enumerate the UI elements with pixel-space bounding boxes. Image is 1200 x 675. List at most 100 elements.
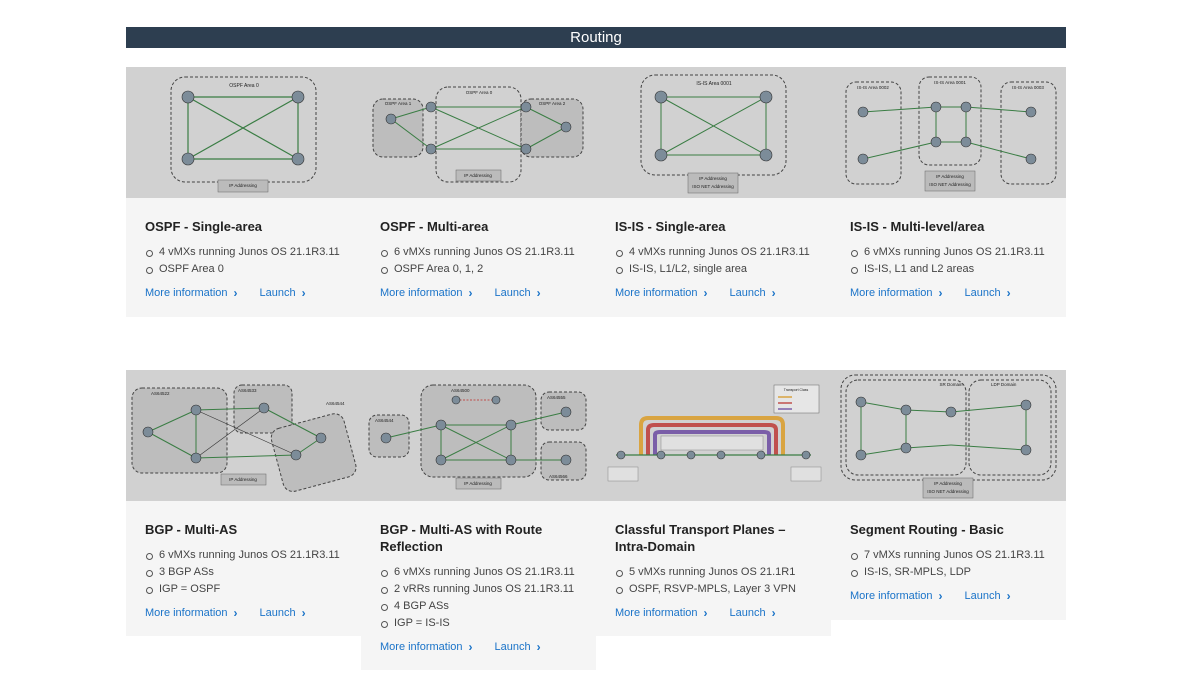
card-features: 6 vMXs running Junos OS 21.1R3.11 3 BGP … xyxy=(145,547,342,598)
more-information-label: More information xyxy=(145,607,228,619)
card-title: OSPF - Multi-area xyxy=(380,219,489,234)
lab-card-classful-transport: Transport Class Classful Transport Plane… xyxy=(596,370,831,636)
thumb-label: LDP Domain xyxy=(991,382,1017,387)
feature-item: OSPF Area 0, 1, 2 xyxy=(380,261,577,278)
lab-card-isis-single-area: IS-IS Area 0001 IP Addressing ISO NET Ad… xyxy=(596,67,831,317)
topology-diagram[interactable]: AS64522 AS64533 AS64544 IP Addressing xyxy=(126,370,361,501)
thumb-label: IS-IS Area 0001 xyxy=(696,81,732,87)
card-title: OSPF - Single-area xyxy=(145,219,263,234)
more-information-label: More information xyxy=(850,287,933,299)
topology-diagram[interactable]: Transport Class xyxy=(596,370,831,501)
topology-diagram-svg: OSPF Area 0 IP Addressing xyxy=(170,76,317,193)
card-title: IS-IS - Multi-level/area xyxy=(850,219,985,234)
thumb-label: AS64533 xyxy=(238,388,257,393)
launch-link[interactable]: Launch › xyxy=(730,286,776,300)
launch-link[interactable]: Launch › xyxy=(965,589,1011,603)
thumb-label: ISO NET Addressing xyxy=(927,489,969,494)
more-information-link[interactable]: More information › xyxy=(145,606,238,620)
card-title: Segment Routing - Basic xyxy=(850,522,1004,537)
feature-item: 5 vMXs running Junos OS 21.1R1 xyxy=(615,564,812,581)
launch-link[interactable]: Launch › xyxy=(730,606,776,620)
card-title: IS-IS - Single-area xyxy=(615,219,726,234)
thumb-label: IP Addressing xyxy=(229,477,257,482)
more-information-link[interactable]: More information › xyxy=(850,286,943,300)
thumb-label: IP Addressing xyxy=(936,174,964,179)
thumb-label: OSPF Area 0 xyxy=(229,83,259,89)
feature-item: OSPF Area 0 xyxy=(145,261,342,278)
more-information-link[interactable]: More information › xyxy=(380,286,473,300)
more-information-label: More information xyxy=(145,287,228,299)
topology-diagram[interactable]: IS-IS Area 0001 IP Addressing ISO NET Ad… xyxy=(596,67,831,198)
lab-card-isis-multi-level: IS-IS Area 0002 IS-IS Area 0001 IS-IS Ar… xyxy=(831,67,1066,317)
thumb-label: AS64522 xyxy=(151,391,170,396)
topology-diagram-svg: IS-IS Area 0001 IP Addressing ISO NET Ad… xyxy=(640,74,787,194)
chevron-right-icon: › xyxy=(938,286,943,300)
feature-item: 3 BGP ASs xyxy=(145,564,342,581)
feature-item: IGP = OSPF xyxy=(145,581,342,598)
more-information-link[interactable]: More information › xyxy=(380,640,473,654)
thumb-label: AS64555 xyxy=(547,395,566,400)
feature-item: 7 vMXs running Junos OS 21.1R3.11 xyxy=(850,547,1047,564)
launch-label: Launch xyxy=(259,607,296,619)
thumb-label: OSPF Area 2 xyxy=(539,101,566,106)
card-features: 7 vMXs running Junos OS 21.1R3.11 IS-IS,… xyxy=(850,547,1047,581)
more-information-link[interactable]: More information › xyxy=(615,606,708,620)
launch-label: Launch xyxy=(494,287,531,299)
lab-card-ospf-single-area: OSPF Area 0 IP Addressing OSPF - Single-… xyxy=(126,67,361,317)
lab-card-bgp-multi-as: AS64522 AS64533 AS64544 IP Addressing BG… xyxy=(126,370,361,636)
more-information-link[interactable]: More information › xyxy=(850,589,943,603)
feature-item: IGP = IS-IS xyxy=(380,615,577,632)
thumb-label: IP Addressing xyxy=(699,176,727,181)
more-information-label: More information xyxy=(615,287,698,299)
card-features: 6 vMXs running Junos OS 21.1R3.11 OSPF A… xyxy=(380,244,577,278)
topology-diagram[interactable]: OSPF Area 1 OSPF Area 0 OSPF Area 2 IP A… xyxy=(361,67,596,198)
chevron-right-icon: › xyxy=(233,606,238,620)
chevron-right-icon: › xyxy=(468,286,473,300)
topology-diagram[interactable]: OSPF Area 0 IP Addressing xyxy=(126,67,361,198)
launch-label: Launch xyxy=(259,287,296,299)
chevron-right-icon: › xyxy=(301,606,306,620)
card-features: 5 vMXs running Junos OS 21.1R1 OSPF, RSV… xyxy=(615,564,812,598)
launch-link[interactable]: Launch › xyxy=(965,286,1011,300)
more-information-label: More information xyxy=(850,590,933,602)
thumb-label: OSPF Area 1 xyxy=(385,101,412,106)
more-information-link[interactable]: More information › xyxy=(145,286,238,300)
launch-label: Launch xyxy=(729,287,766,299)
topology-diagram[interactable]: SR Domain LDP Domain IP Addressing ISO N… xyxy=(831,370,1066,501)
feature-item: OSPF, RSVP-MPLS, Layer 3 VPN xyxy=(615,581,812,598)
topology-diagram[interactable]: AS64544 AS64500 AS64555 AS64566 IP Addre… xyxy=(361,370,596,501)
chevron-right-icon: › xyxy=(938,589,943,603)
feature-item: 6 vMXs running Junos OS 21.1R3.11 xyxy=(380,244,577,261)
launch-link[interactable]: Launch › xyxy=(260,286,306,300)
lab-card-bgp-route-reflection: AS64544 AS64500 AS64555 AS64566 IP Addre… xyxy=(361,370,596,670)
launch-link[interactable]: Launch › xyxy=(495,286,541,300)
more-information-link[interactable]: More information › xyxy=(615,286,708,300)
chevron-right-icon: › xyxy=(301,286,306,300)
card-title: BGP - Multi-AS with Route Reflection xyxy=(380,522,543,554)
thumb-label: IP Addressing xyxy=(464,481,492,486)
topology-diagram[interactable]: IS-IS Area 0002 IS-IS Area 0001 IS-IS Ar… xyxy=(831,67,1066,198)
thumb-label: ISO NET Addressing xyxy=(692,184,734,189)
feature-item: 2 vRRs running Junos OS 21.1R3.11 xyxy=(380,581,577,598)
launch-link[interactable]: Launch › xyxy=(260,606,306,620)
thumb-label: IP Addressing xyxy=(464,173,492,178)
lab-card-ospf-multi-area: OSPF Area 1 OSPF Area 0 OSPF Area 2 IP A… xyxy=(361,67,596,317)
thumb-label: AS64544 xyxy=(326,401,345,406)
feature-item: IS-IS, L1/L2, single area xyxy=(615,261,812,278)
thumb-label: IS-IS Area 0002 xyxy=(857,85,889,90)
card-title: Classful Transport Planes – Intra-Domain xyxy=(615,522,786,554)
chevron-right-icon: › xyxy=(233,286,238,300)
thumb-label: AS64500 xyxy=(451,388,470,393)
topology-diagram-svg: SR Domain LDP Domain IP Addressing ISO N… xyxy=(840,374,1057,499)
chevron-right-icon: › xyxy=(536,286,541,300)
chevron-right-icon: › xyxy=(771,286,776,300)
card-features: 4 vMXs running Junos OS 21.1R3.11 OSPF A… xyxy=(145,244,342,278)
thumb-label: IS-IS Area 0001 xyxy=(934,80,966,85)
chevron-right-icon: › xyxy=(771,606,776,620)
launch-link[interactable]: Launch › xyxy=(495,640,541,654)
thumb-label: AS64566 xyxy=(549,474,568,479)
section-title: Routing xyxy=(570,29,622,46)
chevron-right-icon: › xyxy=(703,286,708,300)
thumb-label: OSPF Area 0 xyxy=(466,90,493,95)
thumb-label: AS64544 xyxy=(375,418,394,423)
